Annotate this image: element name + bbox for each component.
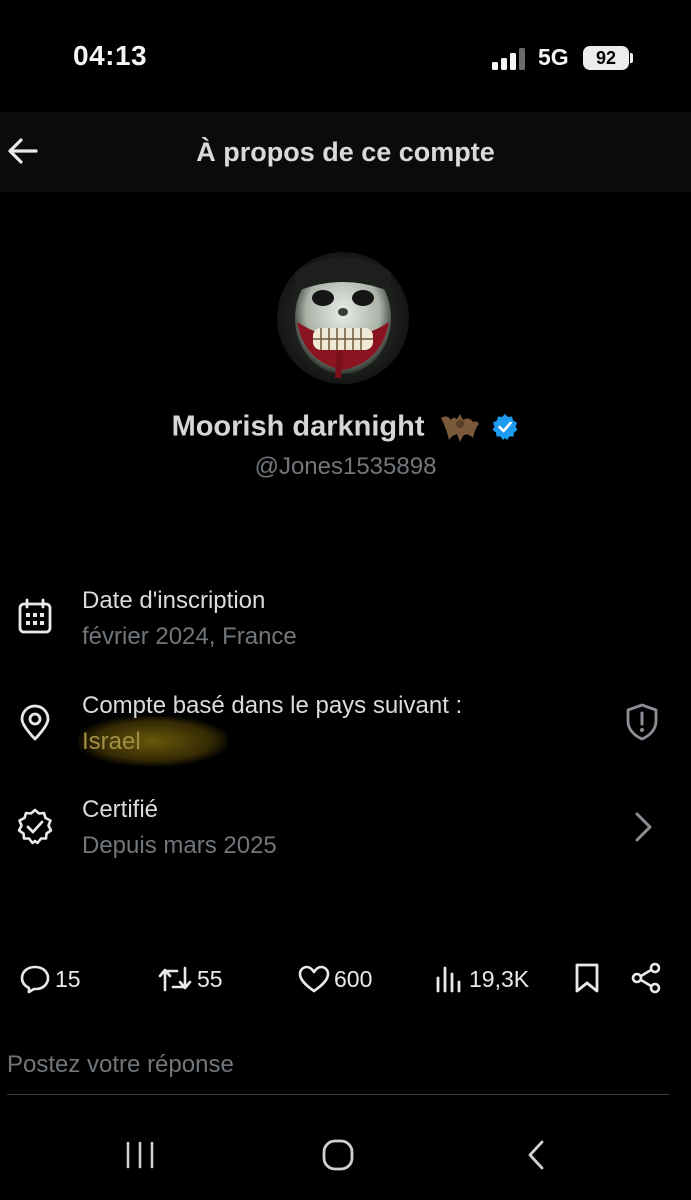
network-type: 5G [538, 44, 569, 70]
status-time: 04:13 [73, 40, 148, 71]
reply-divider [7, 1094, 669, 1095]
page-title: À propos de ce compte [196, 137, 495, 167]
signal-icon [492, 48, 525, 70]
views-chart-icon [436, 966, 461, 993]
bookmark-icon[interactable] [574, 962, 600, 994]
battery-tip [630, 53, 633, 63]
heart-icon [298, 965, 330, 993]
repost-button[interactable]: 55 [157, 962, 223, 996]
info-label-certified: Certifié [82, 796, 159, 823]
avatar[interactable] [277, 252, 409, 384]
share-icon[interactable] [630, 962, 662, 994]
verified-badge-icon [492, 414, 518, 440]
reply-input[interactable]: Postez votre réponse [7, 1051, 234, 1079]
views-button[interactable]: 19,3K [433, 962, 529, 996]
chevron-right-icon[interactable] [630, 810, 656, 844]
repost-icon [158, 966, 192, 992]
reply-count: 15 [55, 965, 81, 992]
profile-handle: @Jones1535898 [254, 453, 437, 480]
battery-level: 92 [583, 46, 629, 70]
reply-button[interactable]: 15 [19, 962, 81, 996]
shield-alert-icon[interactable] [624, 703, 660, 741]
like-button[interactable]: 600 [298, 962, 372, 996]
like-count: 600 [334, 965, 373, 992]
views-count: 19,3K [469, 965, 530, 992]
location-pin-icon [20, 704, 50, 741]
profile-name-row: Moorish darknight [0, 410, 691, 444]
profile-name: Moorish darknight [171, 410, 425, 443]
bat-icon [440, 414, 479, 442]
verified-outline-icon [17, 808, 53, 845]
reply-icon [20, 965, 50, 994]
home-icon[interactable] [320, 1138, 356, 1172]
info-value-country: Israel [82, 728, 141, 755]
calendar-icon [18, 598, 52, 634]
info-value-certified: Depuis mars 2025 [82, 832, 277, 859]
avatar-image [277, 252, 409, 384]
info-value-join-date: février 2024, France [82, 623, 297, 650]
info-label-join-date: Date d'inscription [82, 587, 266, 614]
recent-apps-icon[interactable] [122, 1138, 158, 1172]
repost-count: 55 [197, 965, 223, 992]
back-nav-icon[interactable] [522, 1138, 550, 1172]
